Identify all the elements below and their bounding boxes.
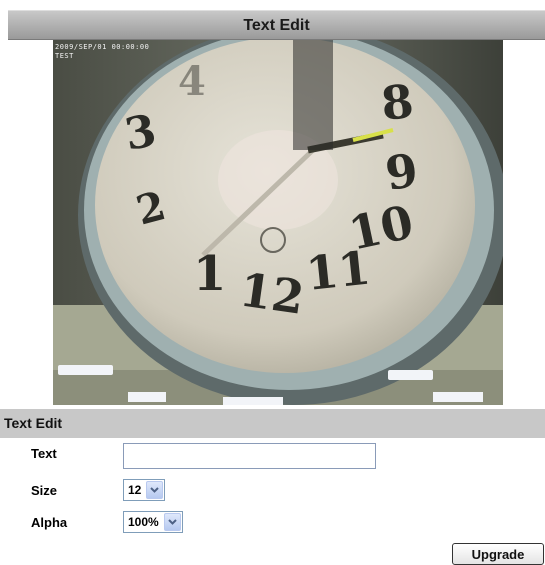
section-title: Text Edit [4, 415, 63, 431]
camera-preview: 3 4 2 1 12 11 10 9 8 2009/SEP/01 00:00:0… [53, 40, 503, 405]
clock-number: 12 [236, 262, 307, 324]
text-input[interactable] [123, 443, 376, 469]
text-label: Text [31, 446, 57, 461]
alpha-label: Alpha [31, 515, 68, 530]
clock-number: 4 [178, 58, 206, 105]
size-label: Size [31, 483, 58, 498]
size-row: Size 12 [0, 477, 545, 505]
osd-overlay: 2009/SEP/01 00:00:00 TEST [55, 43, 149, 61]
alpha-select-value: 100% [128, 515, 159, 529]
chevron-down-icon[interactable] [163, 513, 181, 531]
text-row: Text [0, 440, 545, 469]
camera-image: 3 4 2 1 12 11 10 9 8 [53, 40, 503, 405]
osd-text: TEST [55, 52, 74, 60]
clock-number: 1 [193, 246, 226, 302]
clock-number: 8 [379, 74, 416, 131]
size-select-value: 12 [128, 483, 142, 497]
chevron-down-icon[interactable] [146, 481, 164, 499]
upgrade-button[interactable]: Upgrade [452, 543, 544, 565]
page-title: Text Edit [243, 17, 310, 34]
size-select[interactable]: 12 [123, 479, 166, 501]
osd-timestamp: 2009/SEP/01 00:00:00 [55, 43, 150, 51]
alpha-row: Alpha 100% [0, 509, 545, 537]
section-header: Text Edit [0, 409, 545, 438]
alpha-select[interactable]: 100% [123, 511, 183, 533]
page-title-bar: Text Edit [8, 10, 545, 40]
